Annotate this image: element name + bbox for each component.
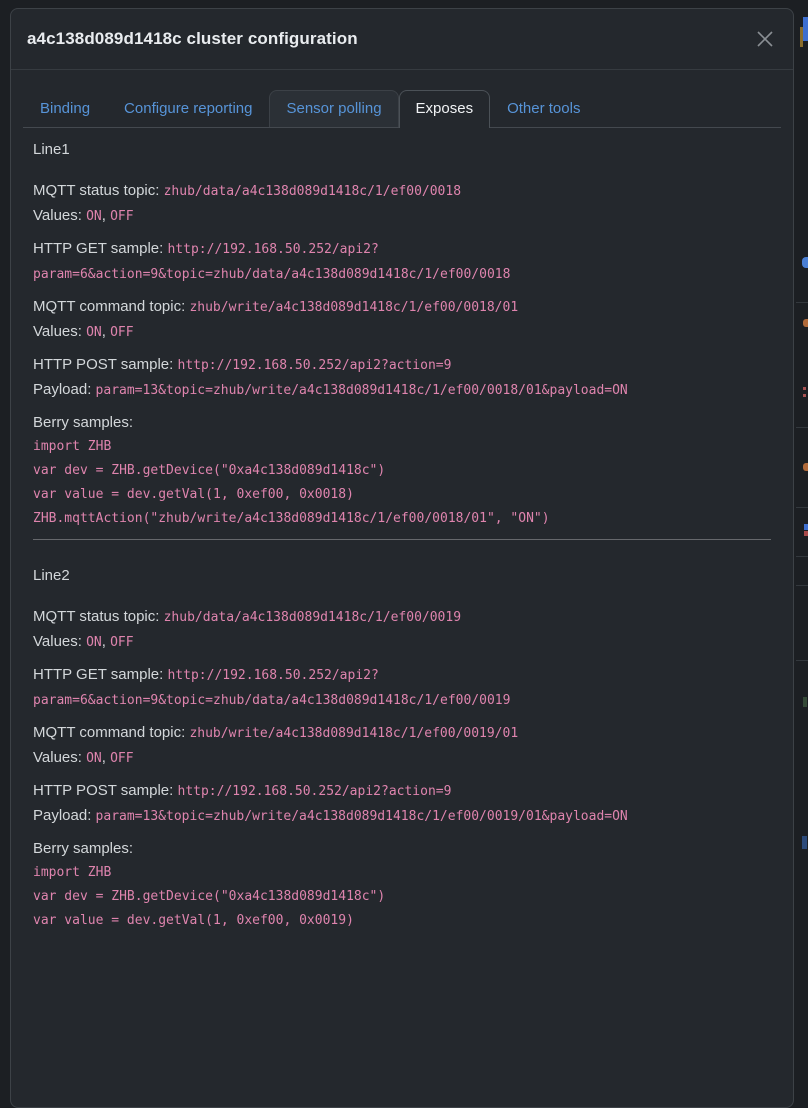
- backdrop-artifact: [796, 660, 808, 661]
- section-divider: [33, 539, 771, 540]
- backdrop-artifact: [796, 585, 808, 586]
- value-on: ON: [86, 635, 102, 650]
- value-on: ON: [86, 325, 102, 340]
- berry-code-line: var dev = ZHB.getDevice("0xa4c138d089d14…: [33, 885, 771, 909]
- value-off: OFF: [110, 751, 133, 766]
- value-on: ON: [86, 209, 102, 224]
- http-get-sample-row: HTTP GET sample: http://192.168.50.252/a…: [33, 237, 771, 287]
- backdrop-artifact: [803, 387, 806, 390]
- value-off: OFF: [110, 209, 133, 224]
- backdrop-artifact: [804, 524, 808, 530]
- http-get-sample-label: HTTP GET sample:: [33, 240, 163, 257]
- value-off: OFF: [110, 635, 133, 650]
- http-get-url-part2: param=6&action=9&topic=zhub/data/a4c138d…: [33, 693, 510, 708]
- section-heading: Line2: [33, 564, 771, 588]
- tab-other-tools[interactable]: Other tools: [490, 90, 597, 127]
- mqtt-command-topic-label: MQTT command topic:: [33, 724, 185, 741]
- backdrop-artifact: [796, 427, 808, 428]
- berry-code-line: var value = dev.getVal(1, 0xef00, 0x0019…: [33, 909, 771, 933]
- tab-binding[interactable]: Binding: [23, 90, 107, 127]
- payload-value: param=13&topic=zhub/write/a4c138d089d141…: [96, 809, 628, 824]
- backdrop-artifact: [796, 302, 808, 303]
- backdrop-artifact: [796, 556, 808, 557]
- values-label: Values:: [33, 323, 82, 340]
- payload-value: param=13&topic=zhub/write/a4c138d089d141…: [96, 383, 628, 398]
- values-label: Values:: [33, 633, 82, 650]
- backdrop-artifact: [802, 836, 807, 849]
- tab-exposes[interactable]: Exposes: [399, 90, 491, 128]
- http-post-url: http://192.168.50.252/api2?action=9: [178, 358, 452, 373]
- http-get-url-part1: http://192.168.50.252/api2?: [167, 668, 378, 683]
- mqtt-status-topic-row: MQTT status topic: zhub/data/a4c138d089d…: [33, 179, 771, 229]
- berry-samples-block: Berry samples: import ZHB var dev = ZHB.…: [33, 411, 771, 531]
- dialog-body: Binding Configure reporting Sensor polli…: [11, 70, 793, 933]
- mqtt-command-topic-row: MQTT command topic: zhub/write/a4c138d08…: [33, 721, 771, 771]
- mqtt-command-topic-value: zhub/write/a4c138d089d1418c/1/ef00/0018/…: [189, 300, 518, 315]
- mqtt-command-topic-label: MQTT command topic:: [33, 298, 185, 315]
- http-get-sample-row: HTTP GET sample: http://192.168.50.252/a…: [33, 663, 771, 713]
- mqtt-command-topic-value: zhub/write/a4c138d089d1418c/1/ef00/0019/…: [189, 726, 518, 741]
- http-post-sample-row: HTTP POST sample: http://192.168.50.252/…: [33, 353, 771, 403]
- section-heading: Line1: [33, 138, 771, 162]
- http-get-url-part1: http://192.168.50.252/api2?: [167, 242, 378, 257]
- close-button[interactable]: [751, 25, 779, 53]
- payload-label: Payload:: [33, 807, 91, 824]
- dialog-header: a4c138d089d1418c cluster configuration: [11, 9, 793, 70]
- value-on: ON: [86, 751, 102, 766]
- values-separator: ,: [102, 323, 106, 340]
- http-get-sample-label: HTTP GET sample:: [33, 666, 163, 683]
- mqtt-command-topic-row: MQTT command topic: zhub/write/a4c138d08…: [33, 295, 771, 345]
- mqtt-status-topic-label: MQTT status topic:: [33, 182, 159, 199]
- berry-code-line: import ZHB: [33, 861, 771, 885]
- section-line1: Line1 MQTT status topic: zhub/data/a4c13…: [33, 138, 771, 531]
- backdrop-artifact: [804, 531, 808, 536]
- http-get-url-part2: param=6&action=9&topic=zhub/data/a4c138d…: [33, 267, 510, 282]
- backdrop-artifact: [803, 697, 807, 707]
- exposes-tab-content: Line1 MQTT status topic: zhub/data/a4c13…: [23, 128, 781, 933]
- backdrop-artifact: [802, 257, 808, 268]
- backdrop-artifact: [803, 17, 808, 41]
- values-label: Values:: [33, 207, 82, 224]
- berry-code-line: var dev = ZHB.getDevice("0xa4c138d089d14…: [33, 459, 771, 483]
- mqtt-status-topic-value: zhub/data/a4c138d089d1418c/1/ef00/0018: [164, 184, 461, 199]
- backdrop-artifact: [796, 507, 808, 508]
- berry-code-line: var value = dev.getVal(1, 0xef00, 0x0018…: [33, 483, 771, 507]
- berry-samples-block: Berry samples: import ZHB var dev = ZHB.…: [33, 837, 771, 933]
- berry-samples-label: Berry samples:: [33, 414, 133, 431]
- values-separator: ,: [102, 749, 106, 766]
- values-separator: ,: [102, 633, 106, 650]
- http-post-url: http://192.168.50.252/api2?action=9: [178, 784, 452, 799]
- close-icon: [755, 29, 775, 49]
- cluster-configuration-dialog: a4c138d089d1418c cluster configuration B…: [10, 8, 794, 1108]
- section-line2: Line2 MQTT status topic: zhub/data/a4c13…: [33, 564, 771, 933]
- http-post-sample-label: HTTP POST sample:: [33, 356, 173, 373]
- berry-samples-label: Berry samples:: [33, 840, 133, 857]
- backdrop-artifact: [800, 27, 803, 47]
- tab-bar: Binding Configure reporting Sensor polli…: [23, 90, 781, 128]
- http-post-sample-row: HTTP POST sample: http://192.168.50.252/…: [33, 779, 771, 829]
- http-post-sample-label: HTTP POST sample:: [33, 782, 173, 799]
- dialog-title: a4c138d089d1418c cluster configuration: [27, 27, 777, 51]
- mqtt-status-topic-value: zhub/data/a4c138d089d1418c/1/ef00/0019: [164, 610, 461, 625]
- tab-configure-reporting[interactable]: Configure reporting: [107, 90, 269, 127]
- backdrop-artifact: [803, 463, 808, 471]
- value-off: OFF: [110, 325, 133, 340]
- mqtt-status-topic-row: MQTT status topic: zhub/data/a4c138d089d…: [33, 605, 771, 655]
- berry-code-line: ZHB.mqttAction("zhub/write/a4c138d089d14…: [33, 507, 771, 531]
- mqtt-status-topic-label: MQTT status topic:: [33, 608, 159, 625]
- tab-sensor-polling[interactable]: Sensor polling: [269, 90, 398, 127]
- backdrop-artifact: [803, 394, 806, 397]
- values-separator: ,: [102, 207, 106, 224]
- backdrop-artifact: [803, 319, 808, 327]
- values-label: Values:: [33, 749, 82, 766]
- berry-code-line: import ZHB: [33, 435, 771, 459]
- payload-label: Payload:: [33, 381, 91, 398]
